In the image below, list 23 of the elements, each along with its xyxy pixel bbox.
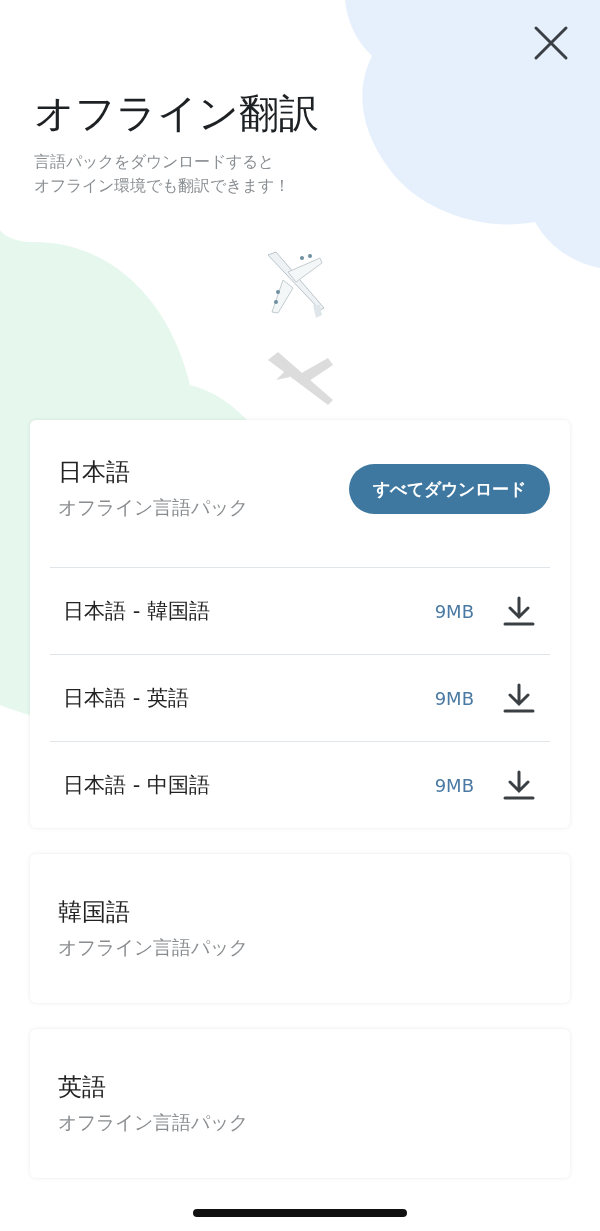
language-name: 韓国語 (58, 896, 130, 928)
close-icon (532, 24, 570, 62)
download-icon (502, 594, 536, 628)
language-name: 日本語 (58, 457, 130, 488)
language-subtitle: オフライン言語パック (58, 1109, 248, 1135)
download-icon (502, 681, 536, 715)
package-name: 日本語 - 中国語 (63, 772, 211, 799)
language-subtitle: オフライン言語パック (58, 934, 248, 960)
download-button[interactable] (502, 594, 536, 628)
language-subtitle: オフライン言語パック (58, 495, 248, 520)
download-button[interactable] (502, 681, 536, 715)
package-name: 日本語 - 英語 (63, 685, 190, 712)
description: 言語パックをダウンロードすると オフライン環境でも翻訳できます！ (34, 151, 290, 197)
page-title: オフライン翻訳 (34, 89, 319, 138)
download-icon (502, 768, 536, 802)
close-button[interactable] (532, 24, 570, 62)
package-size: 9MB (434, 687, 474, 709)
package-name: 日本語 - 韓国語 (63, 598, 211, 625)
language-name: 英語 (58, 1071, 106, 1103)
package-size: 9MB (434, 600, 474, 622)
download-button[interactable] (502, 768, 536, 802)
package-size: 9MB (434, 774, 474, 796)
download-all-button[interactable]: すべてダウンロード (349, 464, 550, 514)
